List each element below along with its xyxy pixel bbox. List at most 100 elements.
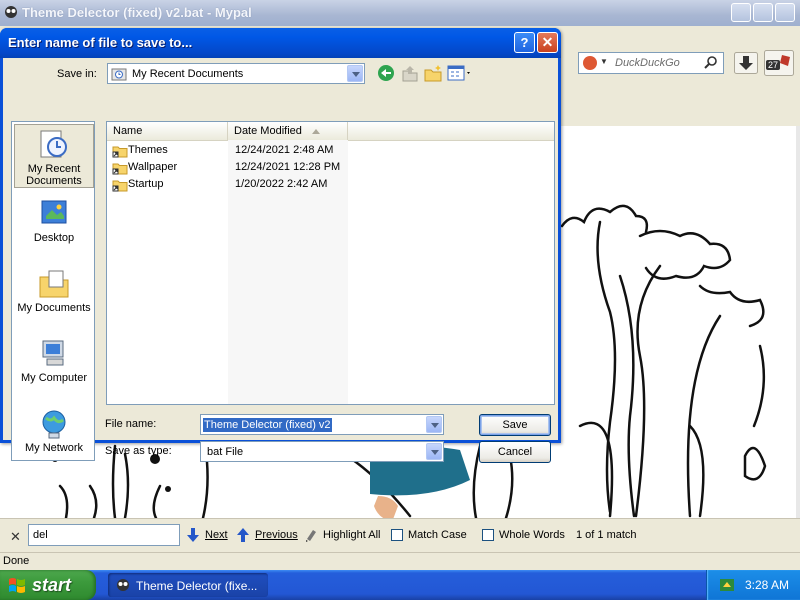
save-as-type-dropdown[interactable]: bat File (200, 441, 444, 462)
folder-shortcut-icon (112, 146, 128, 158)
chevron-down-icon[interactable] (347, 65, 363, 82)
file-name-label: File name: (105, 418, 157, 430)
desktop-icon (41, 200, 67, 224)
chevron-down-icon[interactable] (426, 443, 442, 460)
addon-badge-count: 27 (766, 60, 781, 70)
list-item[interactable]: Startup 1/20/2022 2:42 AM (109, 177, 349, 193)
start-button[interactable]: start (0, 570, 96, 600)
engine-dropdown-icon[interactable]: ▼ (600, 57, 608, 66)
file-name-value[interactable]: Theme Delector (fixed) v2 (203, 418, 332, 432)
save-button[interactable]: Save (479, 414, 551, 436)
file-name: Themes (128, 144, 168, 156)
place-label: My Recent Documents (26, 163, 82, 187)
search-bar[interactable]: ▼ DuckDuckGo (578, 52, 724, 74)
save-file-dialog: Enter name of file to save to... ? ✕ Sav… (0, 28, 561, 463)
place-label: My Computer (20, 372, 88, 384)
view-menu-icon[interactable] (447, 64, 473, 82)
save-in-label: Save in: (57, 68, 97, 80)
find-result-count: 1 of 1 match (576, 529, 637, 541)
place-my-recent-documents[interactable]: My Recent Documents (14, 124, 94, 188)
search-icon[interactable] (703, 55, 719, 71)
findbar-close-icon[interactable]: ✕ (10, 529, 21, 545)
previous-arrow-icon[interactable] (236, 528, 250, 542)
find-bar: ✕ del Next Previous Highlight All Match … (0, 518, 800, 553)
status-text: Done (3, 555, 30, 567)
browser-titlebar: Theme Delector (fixed) v2.bat - Mypal (0, 0, 800, 27)
chevron-down-icon[interactable] (426, 416, 442, 433)
download-icon[interactable] (734, 52, 758, 74)
help-button[interactable]: ? (514, 32, 535, 53)
file-name: Wallpaper (128, 161, 178, 173)
file-name: Startup (128, 178, 164, 190)
find-next-button[interactable]: Next (205, 529, 228, 541)
find-input[interactable]: del (28, 524, 180, 546)
match-case-label[interactable]: Match Case (408, 529, 467, 541)
taskbar: start Theme Delector (fixe... 3:28 AM (0, 570, 800, 600)
addon-badge-button[interactable]: 27 (764, 50, 794, 76)
column-header-name[interactable]: Name (107, 122, 228, 140)
whole-words-label[interactable]: Whole Words (499, 529, 565, 541)
find-previous-button[interactable]: Previous (255, 529, 298, 541)
save-as-type-label: Save as type: (105, 445, 172, 457)
up-folder-icon[interactable] (400, 64, 420, 82)
start-label: start (32, 575, 72, 595)
browser-close-button[interactable] (775, 3, 795, 22)
windows-flag-icon (9, 578, 25, 593)
list-item[interactable]: Wallpaper 12/24/2021 12:28 PM (109, 160, 349, 176)
dialog-body: Save in: My Recent Documents My Recent D… (3, 58, 558, 463)
column-name-label: Name (113, 125, 143, 137)
highlighter-icon[interactable] (304, 528, 318, 542)
page-scrollbar[interactable] (796, 126, 800, 518)
match-case-checkbox[interactable] (391, 529, 403, 541)
taskbar-window-button[interactable]: Theme Delector (fixe... (108, 573, 268, 597)
list-item[interactable]: Themes 12/24/2021 2:48 AM (109, 143, 349, 159)
column-date-label: Date Modified (234, 125, 302, 137)
system-tray: 3:28 AM (706, 570, 800, 600)
search-placeholder: DuckDuckGo (615, 57, 680, 69)
dialog-titlebar[interactable]: Enter name of file to save to... ? ✕ (0, 28, 561, 58)
my-network-icon (42, 410, 66, 439)
place-my-documents[interactable]: My Documents (14, 264, 94, 328)
my-documents-icon (39, 270, 69, 298)
place-my-computer[interactable]: My Computer (14, 334, 94, 398)
file-list[interactable]: Name Date Modified Themes 12/24/2021 2:4… (106, 121, 555, 405)
sort-ascending-icon (311, 129, 320, 134)
cancel-button[interactable]: Cancel (479, 441, 551, 463)
folder-shortcut-icon (112, 163, 128, 175)
file-date: 12/24/2021 12:28 PM (235, 161, 341, 173)
file-name-field[interactable]: Theme Delector (fixed) v2 (200, 414, 444, 435)
recent-folder-icon (111, 68, 127, 81)
save-as-type-value: bat File (207, 446, 244, 458)
place-label: My Network (24, 442, 84, 454)
file-date: 1/20/2022 2:42 AM (235, 178, 328, 190)
status-bar: Done (0, 552, 800, 571)
file-date: 12/24/2021 2:48 AM (235, 144, 334, 156)
save-in-value: My Recent Documents (132, 68, 244, 80)
save-in-dropdown[interactable]: My Recent Documents (107, 63, 365, 84)
column-header-date[interactable]: Date Modified (228, 122, 348, 140)
dialog-title: Enter name of file to save to... (8, 35, 193, 50)
folder-shortcut-icon (112, 180, 128, 192)
place-my-network[interactable]: My Network (14, 404, 94, 468)
place-desktop[interactable]: Desktop (14, 194, 94, 258)
whole-words-checkbox[interactable] (482, 529, 494, 541)
duckduckgo-icon[interactable] (583, 56, 597, 70)
my-computer-icon (42, 340, 64, 366)
recent-documents-icon (40, 130, 67, 158)
browser-window-title: Theme Delector (fixed) v2.bat - Mypal (22, 5, 252, 20)
mypal-app-icon (5, 6, 17, 18)
file-list-header: Name Date Modified (107, 122, 554, 141)
minimize-button[interactable] (731, 3, 751, 22)
clock: 3:28 AM (745, 578, 790, 592)
dialog-close-button[interactable]: ✕ (537, 32, 558, 53)
maximize-button[interactable] (753, 3, 773, 22)
next-arrow-icon[interactable] (186, 528, 200, 542)
highlight-all-button[interactable]: Highlight All (323, 529, 380, 541)
place-label: My Documents (17, 302, 91, 314)
new-folder-icon[interactable] (423, 64, 443, 82)
places-bar: My Recent Documents Desktop My Documents (11, 121, 95, 461)
back-icon[interactable] (376, 64, 396, 82)
tray-app-icon[interactable] (719, 577, 735, 593)
mypal-taskbar-icon (117, 579, 129, 591)
taskbar-window-label: Theme Delector (fixe... (136, 579, 258, 593)
